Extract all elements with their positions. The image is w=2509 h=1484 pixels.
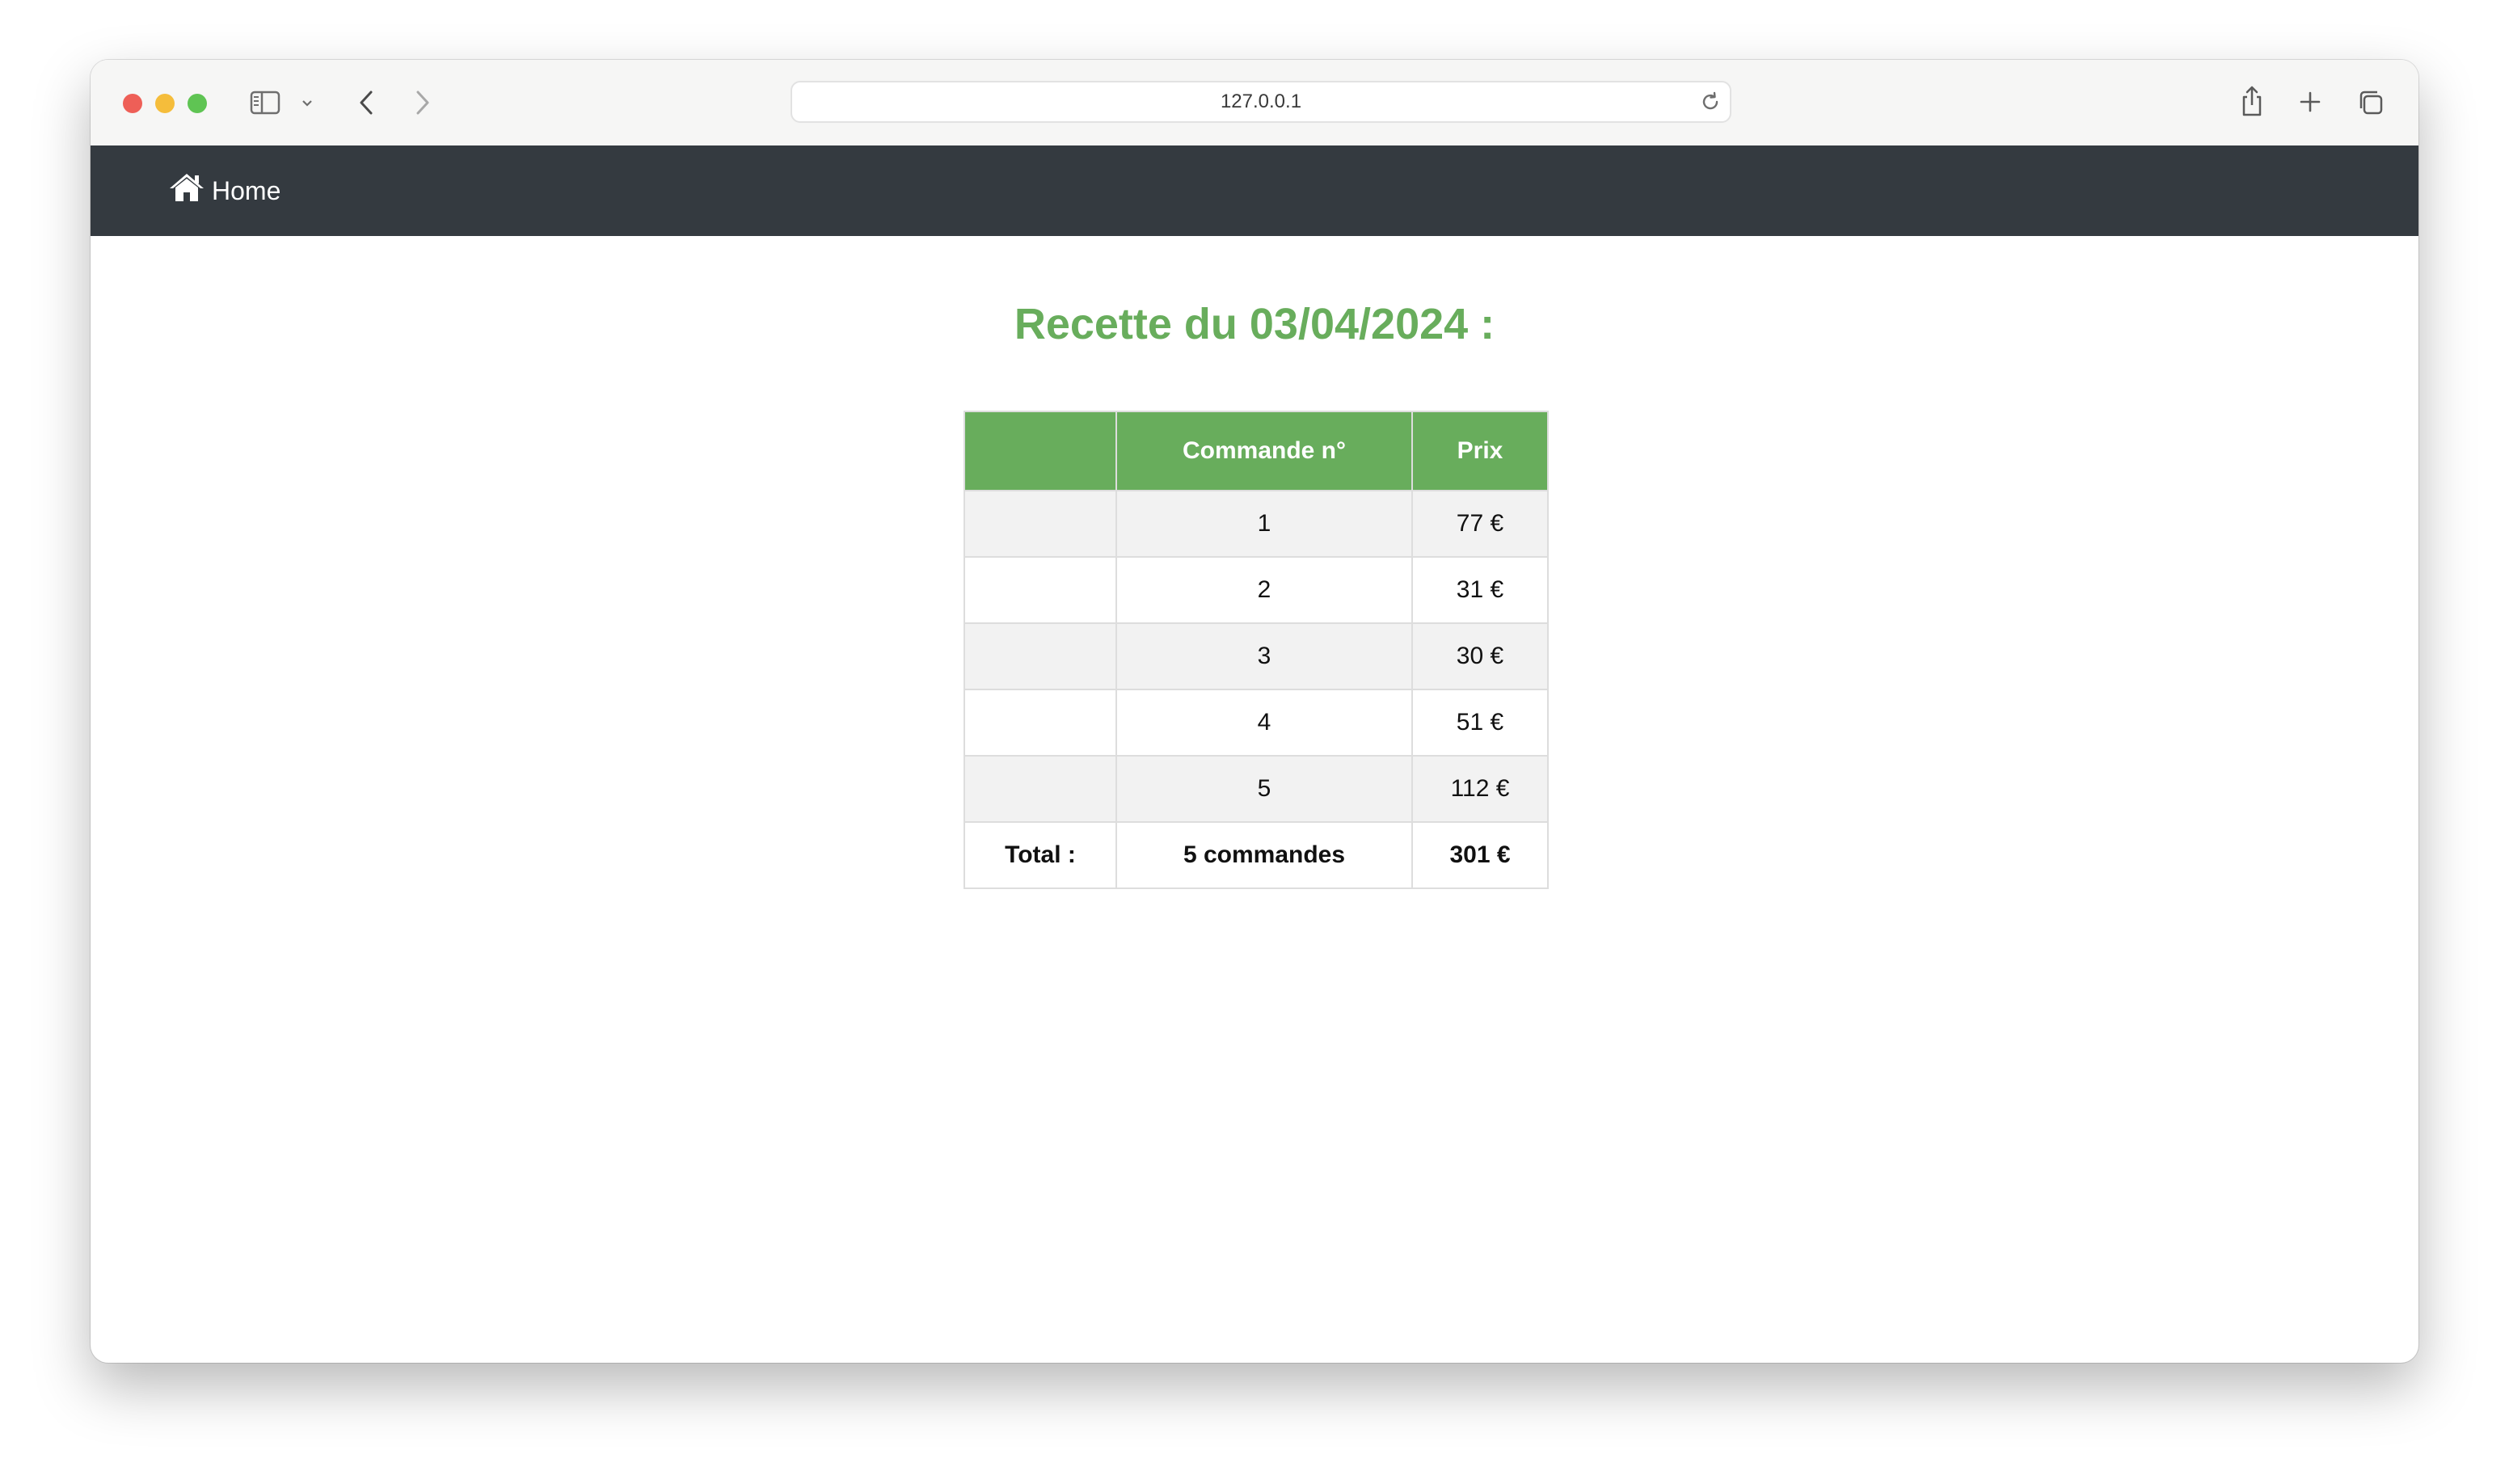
- total-label: Total :: [964, 821, 1117, 889]
- minimize-window-button[interactable]: [155, 94, 175, 113]
- recette-table: Commande n° Prix 1 77 € 2 31 € 3 30 € 4 …: [964, 411, 1549, 889]
- price-cell: 51 €: [1411, 689, 1549, 757]
- chevron-down-icon[interactable]: [299, 95, 315, 112]
- row-empty-cell: [964, 689, 1117, 757]
- close-window-button[interactable]: [123, 94, 142, 113]
- price-cell: 30 €: [1411, 622, 1549, 690]
- home-label: Home: [212, 175, 281, 205]
- address-bar[interactable]: 127.0.0.1: [791, 81, 1731, 123]
- browser-window: 127.0.0.1 Home Recette du 03/04/2024 : C…: [91, 60, 2418, 1363]
- column-header-empty: [964, 411, 1117, 491]
- share-icon[interactable]: [2237, 82, 2267, 120]
- total-orders: 5 commandes: [1115, 821, 1413, 889]
- price-cell: 112 €: [1411, 755, 1549, 823]
- page-title: Recette du 03/04/2024 :: [1014, 300, 1495, 348]
- order-number-cell: 2: [1115, 556, 1413, 624]
- order-number-cell: 5: [1115, 755, 1413, 823]
- order-number-cell: 4: [1115, 689, 1413, 757]
- row-empty-cell: [964, 622, 1117, 690]
- table-header-row: Commande n° Prix: [964, 411, 1549, 491]
- table-row: 5 112 €: [964, 755, 1549, 823]
- price-cell: 31 €: [1411, 556, 1549, 624]
- new-tab-icon[interactable]: [2297, 89, 2323, 115]
- table-row: 3 30 €: [964, 622, 1549, 690]
- top-navbar: Home: [91, 145, 2418, 236]
- total-row: Total : 5 commandes 301 €: [964, 821, 1549, 889]
- total-price: 301 €: [1411, 821, 1549, 889]
- column-header-price: Prix: [1411, 411, 1549, 491]
- row-empty-cell: [964, 755, 1117, 823]
- address-bar-url: 127.0.0.1: [1220, 91, 1302, 112]
- table-row: 1 77 €: [964, 490, 1549, 558]
- back-arrow-icon[interactable]: [354, 87, 378, 118]
- reload-icon[interactable]: [1699, 91, 1722, 113]
- price-cell: 77 €: [1411, 490, 1549, 558]
- order-number-cell: 3: [1115, 622, 1413, 690]
- home-link[interactable]: Home: [168, 145, 280, 236]
- sidebar-toggle-icon[interactable]: [249, 89, 281, 116]
- column-header-order: Commande n°: [1115, 411, 1413, 491]
- order-number-cell: 1: [1115, 490, 1413, 558]
- forward-arrow-icon[interactable]: [411, 87, 435, 118]
- tab-overview-icon[interactable]: [2355, 87, 2386, 118]
- browser-toolbar: 127.0.0.1: [91, 60, 2418, 146]
- table-row: 4 51 €: [964, 689, 1549, 757]
- table-row: 2 31 €: [964, 556, 1549, 624]
- row-empty-cell: [964, 490, 1117, 558]
- maximize-window-button[interactable]: [188, 94, 207, 113]
- home-icon: [168, 172, 212, 209]
- row-empty-cell: [964, 556, 1117, 624]
